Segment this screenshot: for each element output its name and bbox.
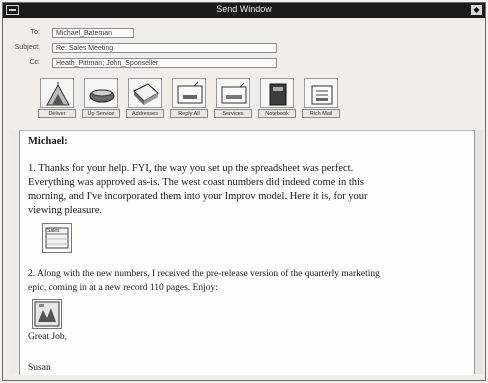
to-label: To: bbox=[30, 29, 40, 36]
subject-label: Subject: bbox=[14, 44, 40, 51]
vertical-scrollbar[interactable] bbox=[474, 130, 483, 374]
rich-mail-icon bbox=[304, 78, 338, 108]
deliver-icon bbox=[40, 78, 74, 108]
title-bar[interactable]: Send Window ◆ bbox=[3, 3, 485, 18]
services-icon bbox=[216, 78, 250, 108]
attachment-label: Sales bbox=[47, 228, 60, 234]
addresses-button[interactable]: Addresses bbox=[126, 78, 164, 120]
up-service-button[interactable]: Up Service bbox=[82, 78, 120, 120]
up-service-label: Up Service bbox=[82, 109, 120, 118]
rich-mail-button[interactable]: Rich Mail bbox=[302, 78, 340, 120]
to-row: To: Michael_Bateman bbox=[0, 28, 488, 39]
services-button[interactable]: Services bbox=[214, 78, 252, 120]
subject-field[interactable]: Re: Sales Meeting bbox=[52, 43, 277, 53]
window-title: Send Window bbox=[216, 4, 272, 14]
report-attachment[interactable] bbox=[32, 299, 62, 329]
up-service-icon bbox=[84, 78, 118, 108]
notebook-label: Notebook bbox=[258, 109, 296, 118]
subject-row: Subject: Re: Sales Meeting bbox=[0, 43, 488, 54]
rich-mail-label: Rich Mail bbox=[302, 109, 340, 118]
notebook-button[interactable]: Notebook bbox=[258, 78, 296, 120]
reply-all-icon bbox=[172, 78, 206, 108]
cc-row: Cc: Heath_Pittman; John_Sponseller bbox=[0, 58, 488, 69]
message-body[interactable]: Michael: 1. Thanks for your help. FYI, t… bbox=[19, 130, 477, 375]
addresses-icon bbox=[128, 78, 162, 108]
cc-field[interactable]: Heath_Pittman; John_Sponseller bbox=[52, 58, 277, 68]
signature: Susan bbox=[28, 363, 51, 373]
cc-label: Cc: bbox=[29, 59, 41, 66]
reply-all-button[interactable]: Reply All bbox=[170, 78, 208, 120]
para1-line4: viewing pleasure. bbox=[28, 205, 103, 216]
sales-attachment[interactable]: Sales bbox=[42, 223, 72, 253]
services-label: Services bbox=[214, 109, 252, 118]
closing: Great Job, bbox=[28, 332, 68, 342]
maximize-button[interactable]: ◆ bbox=[471, 5, 482, 15]
para1-line3: morning, and I've incorporated them into… bbox=[28, 191, 368, 202]
deliver-button[interactable]: Deliver bbox=[38, 78, 76, 120]
reply-all-label: Reply All bbox=[170, 109, 208, 118]
greeting: Michael: bbox=[28, 136, 68, 147]
notebook-icon bbox=[260, 78, 294, 108]
para1-line1: 1. Thanks for your help. FYI, the way yo… bbox=[28, 163, 354, 174]
deliver-label: Deliver bbox=[38, 109, 76, 118]
document-icon bbox=[34, 301, 60, 327]
toolbar: Deliver Up Service Addresses Reply All S… bbox=[30, 78, 370, 122]
para1-line2: Everything was approved as-is. The west … bbox=[28, 177, 365, 188]
para2-line2: epic, coming in at a new record 110 page… bbox=[28, 283, 218, 293]
to-field[interactable]: Michael_Bateman bbox=[52, 28, 134, 38]
addresses-label: Addresses bbox=[126, 109, 164, 118]
para2-line1: 2. Along with the new numbers, I receive… bbox=[28, 269, 380, 279]
